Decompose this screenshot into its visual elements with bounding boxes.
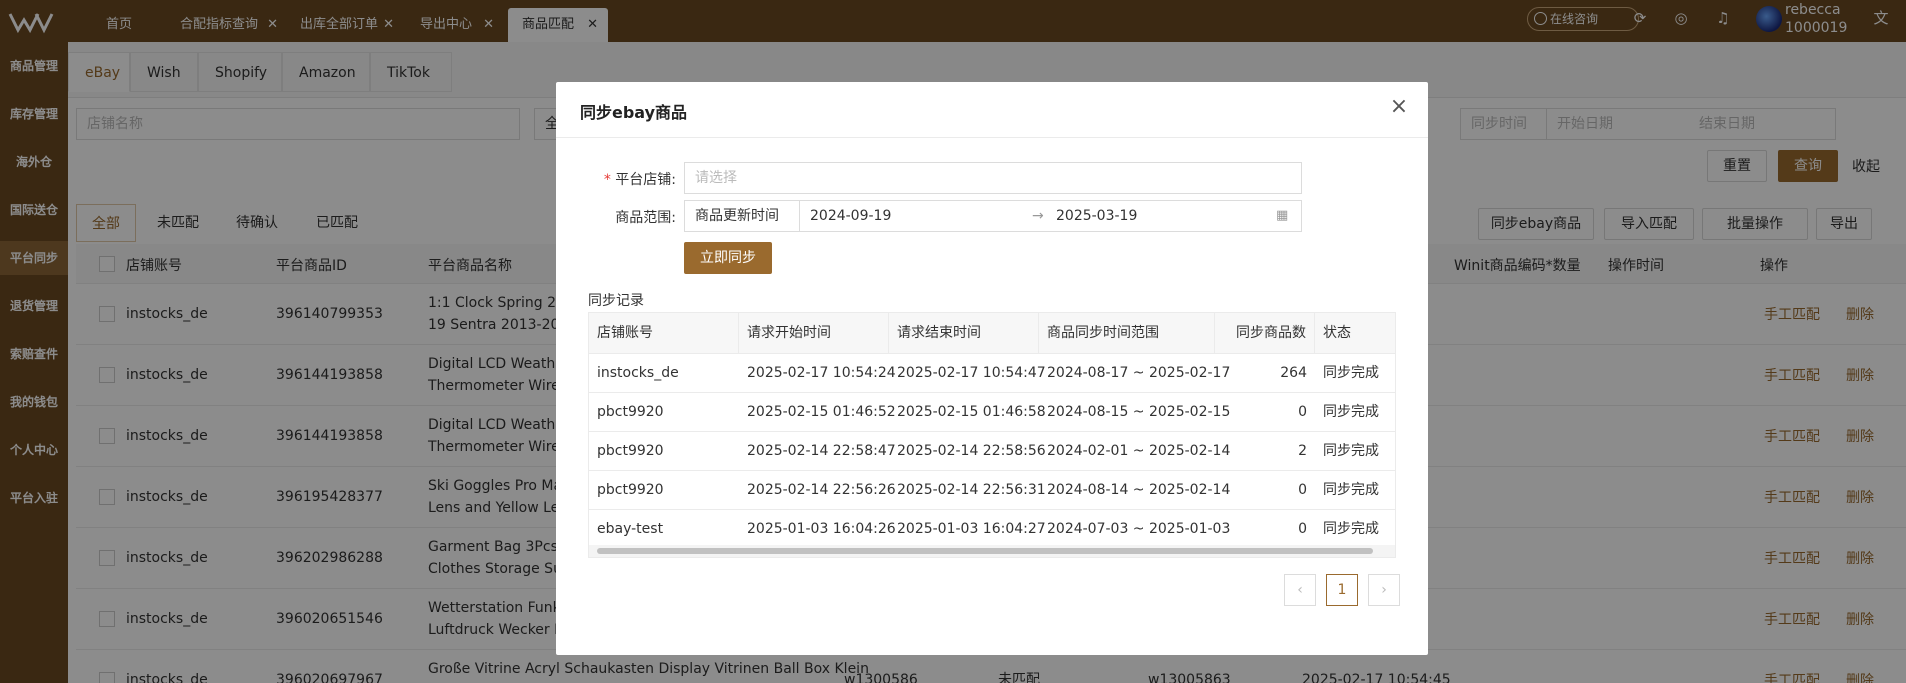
col-status: 状态 (1315, 313, 1395, 353)
range-end-date: 2025-03-19 (1056, 208, 1138, 224)
scrollbar-thumb[interactable] (597, 548, 1373, 554)
close-icon[interactable]: × (1388, 96, 1410, 118)
page-number-button[interactable]: 1 (1326, 574, 1358, 606)
sync-ebay-modal: 同步ebay商品 × * 平台店铺: 请选择 商品范围: 商品更新时间 2024… (556, 82, 1428, 655)
col-start-time: 请求开始时间 (739, 313, 889, 353)
record-end: 2025-02-15 01:46:58 (897, 404, 1046, 420)
record-store: ebay-test (597, 521, 664, 537)
prev-page-button[interactable]: ‹ (1284, 574, 1316, 606)
record-store: pbct9920 (597, 404, 664, 420)
modal-header: 同步ebay商品 × (556, 82, 1428, 138)
platform-store-select[interactable]: 请选择 (684, 162, 1302, 194)
record-status: 同步完成 (1323, 365, 1379, 381)
platform-store-placeholder: 请选择 (695, 170, 737, 186)
store-label-text: 平台店铺: (615, 172, 676, 188)
record-end: 2025-01-03 16:04:27 (897, 521, 1046, 537)
record-end: 2025-02-14 22:56:31 (897, 482, 1046, 498)
required-mark: * (603, 172, 616, 188)
record-count: 0 (1298, 521, 1307, 537)
range-type-value: 商品更新时间 (695, 208, 779, 224)
record-status: 同步完成 (1323, 404, 1379, 420)
calendar-icon[interactable]: ▦ (1276, 201, 1288, 231)
record-range: 2024-02-01 ~ 2025-02-14 (1047, 443, 1231, 459)
record-store: instocks_de (597, 365, 679, 381)
record-row: instocks_de 2025-02-17 10:54:24 2025-02-… (589, 353, 1395, 392)
range-type-select[interactable]: 商品更新时间 (684, 200, 800, 232)
sync-now-button[interactable]: 立即同步 (684, 242, 772, 274)
range-start-date: 2024-09-19 (810, 208, 892, 224)
range-date-picker[interactable]: 2024-09-19 → 2025-03-19 ▦ (799, 200, 1302, 232)
record-start: 2025-01-03 16:04:26 (747, 521, 896, 537)
record-row: pbct9920 2025-02-14 22:56:26 2025-02-14 … (589, 470, 1395, 509)
record-status: 同步完成 (1323, 482, 1379, 498)
arrow-right-icon: → (1032, 208, 1044, 224)
record-store: pbct9920 (597, 482, 664, 498)
record-range: 2024-07-03 ~ 2025-01-03 (1047, 521, 1231, 537)
record-status: 同步完成 (1323, 521, 1379, 537)
record-start: 2025-02-14 22:56:26 (747, 482, 896, 498)
record-range: 2024-08-15 ~ 2025-02-15 (1047, 404, 1231, 420)
record-row: pbct9920 2025-02-14 22:58:47 2025-02-14 … (589, 431, 1395, 470)
record-count: 2 (1298, 443, 1307, 459)
record-status: 同步完成 (1323, 443, 1379, 459)
horizontal-scrollbar[interactable] (589, 545, 1395, 557)
record-count: 0 (1298, 482, 1307, 498)
col-sync-range: 商品同步时间范围 (1039, 313, 1215, 353)
record-range: 2024-08-17 ~ 2025-02-17 (1047, 365, 1231, 381)
modal-mask-top (0, 0, 1906, 42)
record-start: 2025-02-14 22:58:47 (747, 443, 896, 459)
col-store: 店铺账号 (589, 313, 739, 353)
range-label: 商品范围: (615, 210, 676, 226)
store-label: * 平台店铺: (596, 169, 676, 189)
record-row: ebay-test 2025-01-03 16:04:26 2025-01-03… (589, 509, 1395, 548)
next-page-button[interactable]: › (1368, 574, 1400, 606)
record-count: 264 (1280, 365, 1307, 381)
record-end: 2025-02-14 22:58:56 (897, 443, 1046, 459)
record-count: 0 (1298, 404, 1307, 420)
record-store: pbct9920 (597, 443, 664, 459)
sync-records-table: 店铺账号 请求开始时间 请求结束时间 商品同步时间范围 同步商品数 状态 ins… (588, 312, 1396, 558)
record-row: pbct9920 2025-02-15 01:46:52 2025-02-15 … (589, 392, 1395, 431)
record-range: 2024-08-14 ~ 2025-02-14 (1047, 482, 1231, 498)
col-end-time: 请求结束时间 (889, 313, 1039, 353)
col-sync-count: 同步商品数 (1215, 313, 1315, 353)
record-start: 2025-02-17 10:54:24 (747, 365, 896, 381)
records-title: 同步记录 (588, 293, 644, 309)
modal-title: 同步ebay商品 (580, 103, 688, 122)
record-start: 2025-02-15 01:46:52 (747, 404, 896, 420)
record-end: 2025-02-17 10:54:47 (897, 365, 1046, 381)
